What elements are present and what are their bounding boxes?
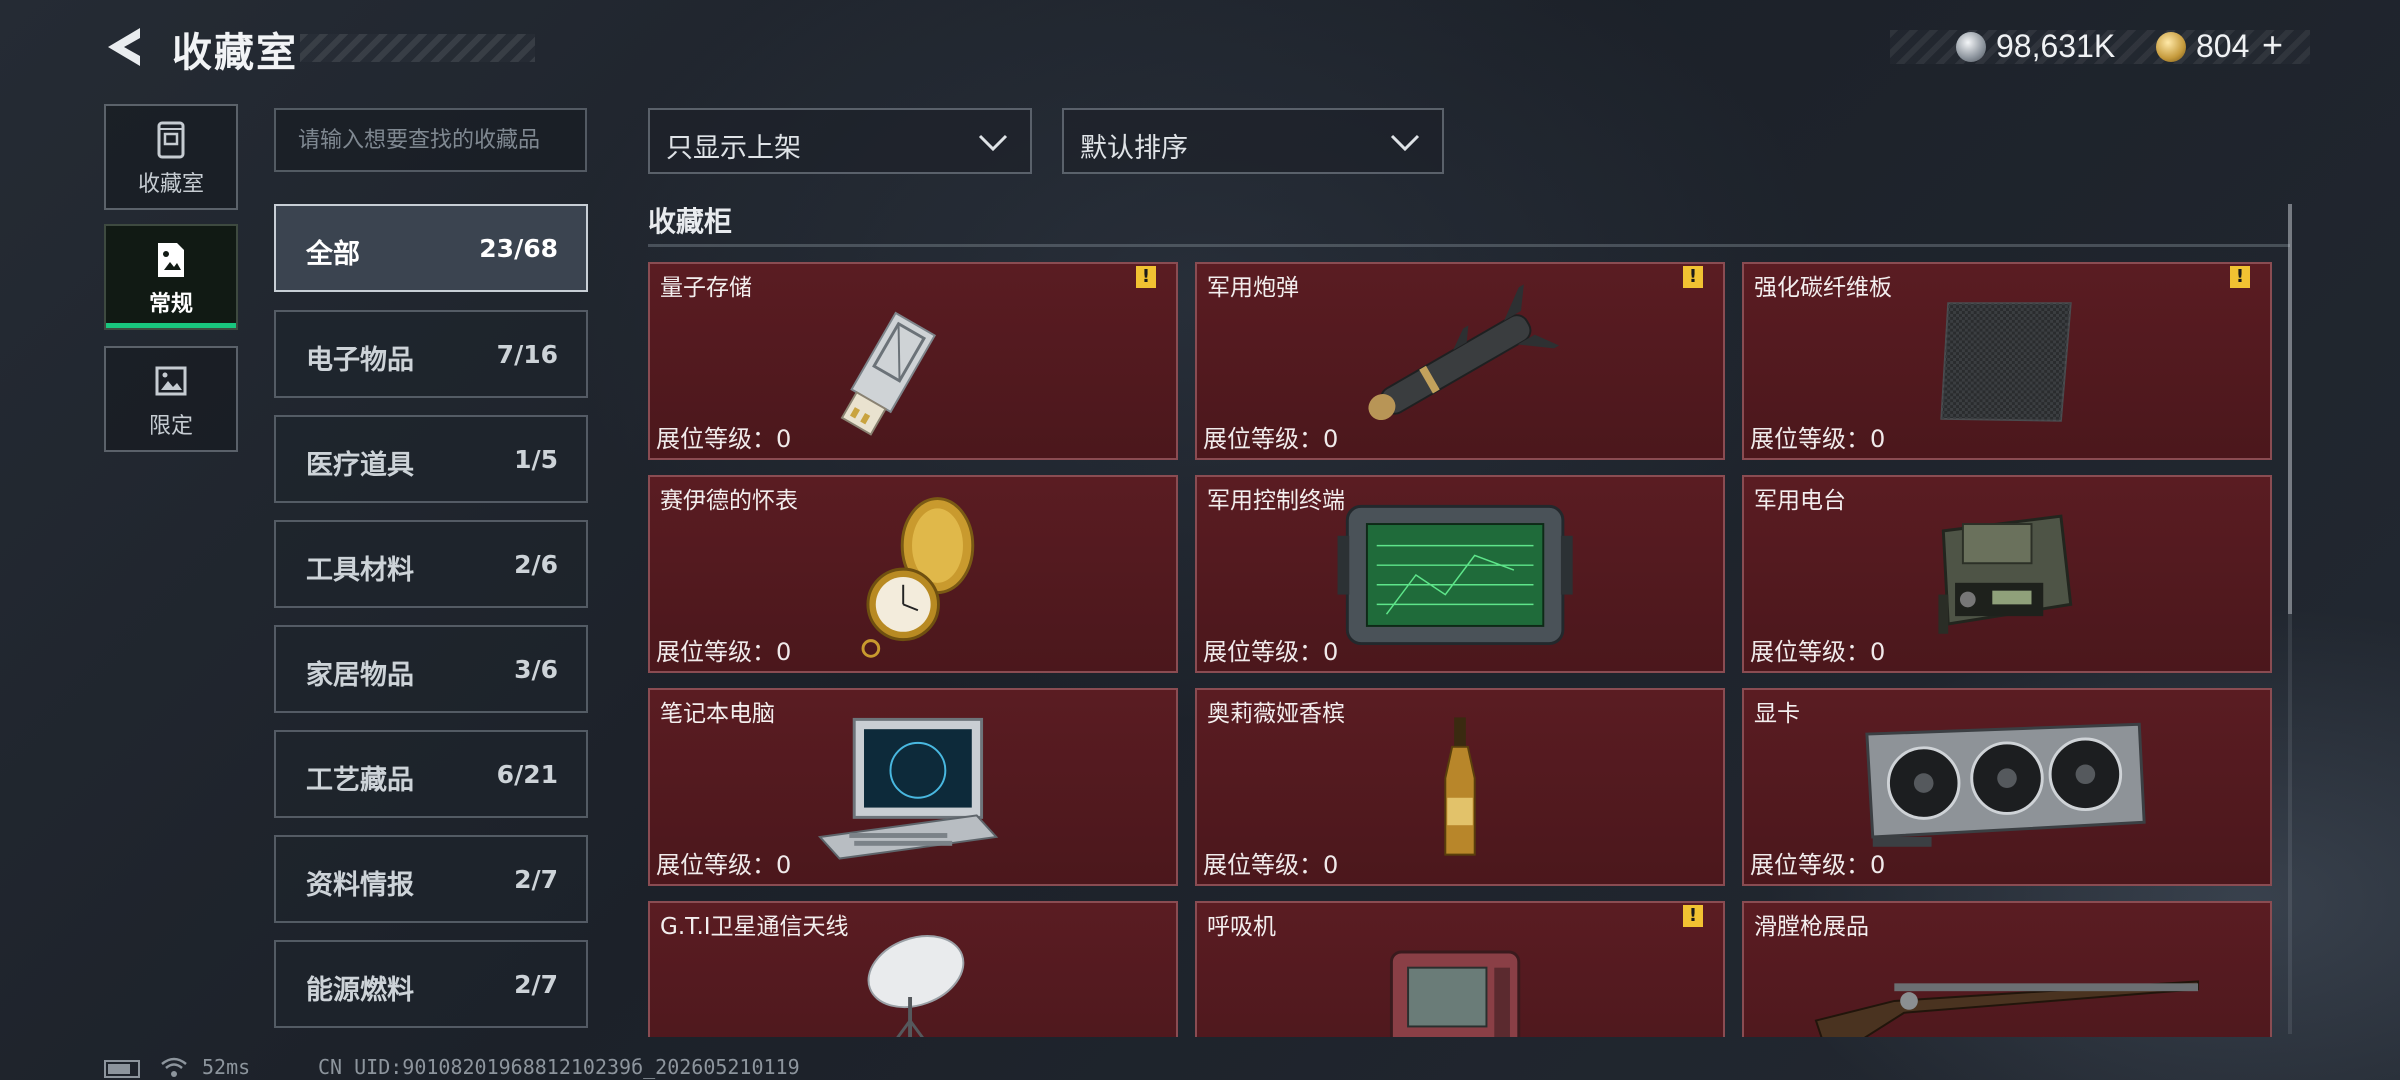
tab-regular[interactable]: 常规 bbox=[104, 224, 238, 330]
tab-label: 收藏室 bbox=[137, 172, 204, 197]
ping-text: 52ms bbox=[202, 1055, 251, 1079]
sort-dropdown[interactable]: 默认排序 bbox=[1062, 108, 1444, 174]
tab-collection-room[interactable]: 收藏室 bbox=[104, 104, 238, 210]
wifi-icon bbox=[161, 1057, 187, 1077]
category-name: 能源燃料 bbox=[306, 975, 414, 1006]
title-decoration bbox=[300, 34, 535, 62]
item-name: 笔记本电脑 bbox=[660, 701, 775, 727]
category-tools[interactable]: 工具材料 2/6 bbox=[274, 520, 588, 608]
category-name: 工具材料 bbox=[306, 555, 414, 586]
warning-icon: ! bbox=[1683, 905, 1703, 927]
item-level: 展位等级：0 bbox=[1203, 425, 1339, 453]
category-name: 全部 bbox=[306, 239, 360, 270]
category-count: 23/68 bbox=[479, 234, 558, 263]
silver-amount: 98,631K bbox=[1996, 28, 2116, 64]
category-name: 家居物品 bbox=[306, 660, 414, 691]
section-title: 收藏柜 bbox=[648, 205, 733, 238]
item-level: 展位等级：0 bbox=[1203, 638, 1339, 666]
item-name: 军用电台 bbox=[1754, 488, 1846, 514]
category-count: 3/6 bbox=[514, 655, 558, 684]
category-medical[interactable]: 医疗道具 1/5 bbox=[274, 415, 588, 503]
item-name: 赛伊德的怀表 bbox=[660, 488, 798, 514]
warning-icon: ! bbox=[2230, 266, 2250, 288]
collection-grid: 量子存储 ! 展位等级：0 军用炮弹 ! 展位等级：0 强化碳纤维板 ! 展位等… bbox=[648, 262, 2274, 1037]
chevron-down-icon bbox=[978, 134, 1008, 152]
item-card[interactable]: 赛伊德的怀表 展位等级：0 bbox=[648, 475, 1178, 673]
item-name: 显卡 bbox=[1754, 701, 1800, 727]
item-card[interactable]: 量子存储 ! 展位等级：0 bbox=[648, 262, 1178, 460]
item-level: 展位等级：0 bbox=[656, 425, 792, 453]
category-electronics[interactable]: 电子物品 7/16 bbox=[274, 310, 588, 398]
category-intel[interactable]: 资料情报 2/7 bbox=[274, 835, 588, 923]
gold-amount: 804 bbox=[2196, 28, 2250, 64]
item-level: 展位等级：0 bbox=[656, 638, 792, 666]
item-level: 展位等级：0 bbox=[656, 851, 792, 879]
warning-icon: ! bbox=[1683, 266, 1703, 288]
item-card[interactable]: 滑膛枪展品 展位等级：0 bbox=[1742, 901, 2272, 1037]
category-count: 2/7 bbox=[514, 865, 558, 894]
item-name: 军用控制终端 bbox=[1207, 488, 1345, 514]
item-name: 呼吸机 bbox=[1207, 914, 1276, 940]
silver-coin-icon bbox=[1956, 32, 1986, 62]
item-name: 军用炮弹 bbox=[1207, 275, 1299, 301]
tab-limited[interactable]: 限定 bbox=[104, 346, 238, 452]
active-tab-indicator bbox=[106, 323, 236, 328]
gold-coin-icon bbox=[2156, 32, 2186, 62]
item-card[interactable]: G.T.I卫星通信天线 展位等级：0 bbox=[648, 901, 1178, 1037]
battery-icon bbox=[104, 1060, 140, 1078]
shelf-filter-dropdown[interactable]: 只显示上架 bbox=[648, 108, 1032, 174]
dropdown-value: 只显示上架 bbox=[666, 133, 801, 164]
category-name: 资料情报 bbox=[306, 870, 414, 901]
category-crafts[interactable]: 工艺藏品 6/21 bbox=[274, 730, 588, 818]
tab-label: 限定 bbox=[148, 414, 193, 439]
item-card[interactable]: 军用控制终端 展位等级：0 bbox=[1195, 475, 1725, 673]
item-name: 量子存储 bbox=[660, 275, 752, 301]
item-card[interactable]: 呼吸机 ! 展位等级：0 bbox=[1195, 901, 1725, 1037]
search-input[interactable] bbox=[274, 108, 587, 172]
warning-icon: ! bbox=[1136, 266, 1156, 288]
back-button[interactable] bbox=[100, 22, 150, 72]
category-count: 6/21 bbox=[496, 760, 558, 789]
tab-label: 常规 bbox=[148, 292, 193, 317]
category-count: 1/5 bbox=[514, 445, 558, 474]
item-card[interactable]: 军用炮弹 ! 展位等级：0 bbox=[1195, 262, 1725, 460]
item-level: 展位等级：0 bbox=[1203, 851, 1339, 879]
item-name: 滑膛枪展品 bbox=[1754, 914, 1869, 940]
category-household[interactable]: 家居物品 3/6 bbox=[274, 625, 588, 713]
image-icon bbox=[155, 366, 187, 396]
item-level: 展位等级：0 bbox=[1750, 851, 1886, 879]
section-divider bbox=[648, 244, 2290, 247]
item-card[interactable]: 强化碳纤维板 ! 展位等级：0 bbox=[1742, 262, 2272, 460]
dropdown-value: 默认排序 bbox=[1080, 133, 1188, 164]
category-name: 医疗道具 bbox=[306, 450, 414, 481]
item-card[interactable]: 军用电台 展位等级：0 bbox=[1742, 475, 2272, 673]
back-arrow-icon bbox=[108, 28, 140, 66]
item-name: 强化碳纤维板 bbox=[1754, 275, 1892, 301]
add-currency-button[interactable]: + bbox=[2262, 24, 2283, 66]
item-card[interactable]: 显卡 展位等级：0 bbox=[1742, 688, 2272, 886]
chevron-down-icon bbox=[1390, 134, 1420, 152]
cabinet-icon bbox=[157, 121, 185, 159]
category-energy[interactable]: 能源燃料 2/7 bbox=[274, 940, 588, 1028]
uid-text: CN UID:9010820196881210239б_202605210119 bbox=[318, 1055, 800, 1079]
item-level: 展位等级：0 bbox=[1750, 425, 1886, 453]
category-all[interactable]: 全部 23/68 bbox=[274, 204, 588, 292]
item-card[interactable]: 笔记本电脑 展位等级：0 bbox=[648, 688, 1178, 886]
category-count: 7/16 bbox=[496, 340, 558, 369]
page-title: 收藏室 bbox=[172, 30, 298, 76]
category-count: 2/6 bbox=[514, 550, 558, 579]
item-name: G.T.I卫星通信天线 bbox=[660, 914, 849, 940]
item-card[interactable]: 奥莉薇娅香槟 展位等级：0 bbox=[1195, 688, 1725, 886]
scrollbar-thumb[interactable] bbox=[2288, 204, 2292, 614]
category-count: 2/7 bbox=[514, 970, 558, 999]
category-name: 电子物品 bbox=[306, 345, 414, 376]
item-level: 展位等级：0 bbox=[1750, 638, 1886, 666]
category-name: 工艺藏品 bbox=[306, 765, 414, 796]
item-name: 奥莉薇娅香槟 bbox=[1207, 701, 1345, 727]
document-icon bbox=[158, 243, 184, 277]
